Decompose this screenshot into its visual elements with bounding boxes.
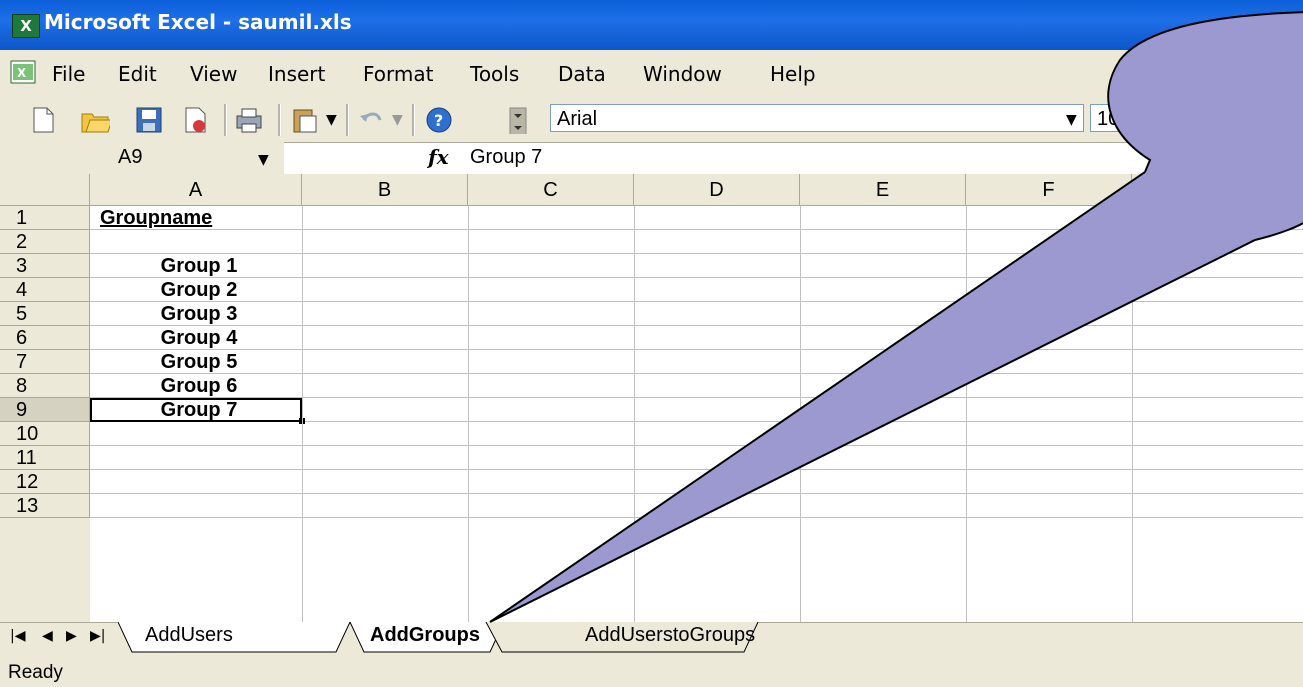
menu-help[interactable]: Help	[770, 62, 816, 86]
title-bar: X Microsoft Excel - saumil.xls	[0, 0, 1303, 50]
print-icon[interactable]	[234, 106, 264, 134]
insert-function-icon[interactable]: fx	[428, 145, 449, 169]
sheet-tab-adduserstogroups[interactable]: AddUserstoGroups	[585, 624, 755, 647]
toolbar-separator	[412, 104, 415, 136]
font-name-box[interactable]: Arial	[550, 104, 1084, 132]
cell-a[interactable]: Group 6	[96, 374, 302, 398]
column-header-c[interactable]: C	[468, 174, 634, 206]
undo-dropdown-icon[interactable]: ▼	[392, 112, 403, 128]
cell-a[interactable]: Group 5	[96, 350, 302, 374]
toolbar-separator	[224, 104, 227, 136]
menu-file[interactable]: File	[52, 62, 85, 86]
column-header-b[interactable]: B	[302, 174, 468, 206]
menu-tools[interactable]: Tools	[470, 62, 519, 86]
column-header-g[interactable]: G	[1132, 174, 1303, 206]
row-header[interactable]: 8	[0, 374, 90, 398]
column-header-e[interactable]: E	[800, 174, 966, 206]
svg-text:?: ?	[434, 111, 443, 130]
menu-format[interactable]: Format	[363, 62, 433, 86]
cell-a[interactable]: Group 4	[96, 326, 302, 350]
workbook-icon[interactable]: X	[10, 60, 36, 84]
row-header[interactable]: 10	[0, 422, 90, 446]
row-header[interactable]: 13	[0, 494, 90, 518]
status-bar	[0, 654, 1303, 687]
permission-icon[interactable]	[180, 106, 210, 134]
cell-a[interactable]	[96, 422, 302, 446]
row-header[interactable]: 11	[0, 446, 90, 470]
status-text: Ready	[8, 662, 63, 683]
column-header-a[interactable]: A	[90, 174, 302, 206]
cell-a[interactable]: Group 1	[96, 254, 302, 278]
row-header[interactable]: 6	[0, 326, 90, 350]
cell-a[interactable]	[96, 230, 302, 254]
menu-insert[interactable]: Insert	[268, 62, 325, 86]
menu-view[interactable]: View	[190, 62, 237, 86]
prev-sheet-icon[interactable]: ◀	[42, 628, 53, 644]
column-header-d[interactable]: D	[634, 174, 800, 206]
font-name-value: Arial	[557, 108, 598, 130]
cell-a[interactable]	[96, 494, 302, 518]
open-icon[interactable]	[80, 106, 110, 134]
sheet-tab-addusers[interactable]: AddUsers	[145, 624, 233, 647]
font-size-value: 10	[1097, 108, 1120, 130]
bold-button[interactable]: B	[1200, 104, 1234, 134]
column-gridline	[302, 206, 303, 622]
toolbar-separator	[278, 104, 281, 136]
cell-a[interactable]	[96, 470, 302, 494]
row-header[interactable]: 12	[0, 470, 90, 494]
row-header[interactable]: 2	[0, 230, 90, 254]
menu-data[interactable]: Data	[558, 62, 606, 86]
select-all-corner[interactable]	[0, 174, 90, 206]
cell-a[interactable]	[96, 446, 302, 470]
font-size-box[interactable]: 10	[1090, 104, 1150, 132]
column-header-f[interactable]: F	[966, 174, 1132, 206]
column-gridline	[966, 206, 967, 622]
paste-icon[interactable]	[290, 106, 320, 134]
paste-dropdown-icon[interactable]: ▼	[326, 112, 337, 128]
row-header[interactable]: 5	[0, 302, 90, 326]
row-header[interactable]: 1	[0, 206, 90, 230]
first-sheet-icon[interactable]: |◀	[10, 628, 25, 644]
menu-window[interactable]: Window	[643, 62, 722, 86]
column-gridline	[800, 206, 801, 622]
undo-icon[interactable]	[356, 106, 386, 134]
name-box-dropdown-icon[interactable]: ▼	[258, 152, 269, 168]
row-header[interactable]: 7	[0, 350, 90, 374]
name-box-value: A9	[118, 146, 143, 168]
font-size-dropdown-icon[interactable]: ▼	[1160, 112, 1171, 128]
column-gridline	[634, 206, 635, 622]
formula-input[interactable]: Group 7	[470, 146, 542, 169]
new-icon[interactable]	[28, 106, 58, 134]
column-gridline	[1132, 206, 1133, 622]
window-title: Microsoft Excel - saumil.xls	[44, 10, 352, 34]
help-icon[interactable]: ?	[424, 106, 454, 134]
toolbar-separator	[346, 104, 349, 136]
menu-edit[interactable]: Edit	[118, 62, 157, 86]
toolbar-options-icon[interactable]	[508, 106, 528, 134]
selected-cell-outline	[90, 398, 302, 422]
column-gridline	[468, 206, 469, 622]
cell-a[interactable]: Group 3	[96, 302, 302, 326]
svg-text:X: X	[17, 66, 27, 80]
save-icon[interactable]	[134, 106, 164, 134]
row-header[interactable]: 9	[0, 398, 90, 422]
font-name-dropdown-icon[interactable]: ▼	[1066, 112, 1077, 128]
next-sheet-icon[interactable]: ▶	[66, 628, 77, 644]
row-header[interactable]: 4	[0, 278, 90, 302]
excel-app-icon[interactable]: X	[12, 14, 40, 38]
row-header[interactable]: 3	[0, 254, 90, 278]
cell-a[interactable]: Group 2	[96, 278, 302, 302]
cell-a[interactable]: Groupname	[96, 206, 306, 230]
sheet-tab-addgroups[interactable]: AddGroups	[370, 624, 480, 647]
last-sheet-icon[interactable]: ▶|	[90, 628, 105, 644]
